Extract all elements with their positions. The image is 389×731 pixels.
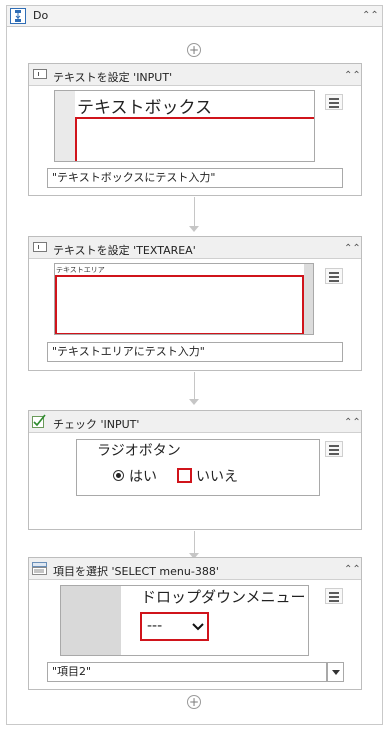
- menu-icon[interactable]: [325, 268, 343, 284]
- screenshot-label: テキストエリア: [56, 266, 105, 274]
- radio-yes: [113, 470, 124, 481]
- target-highlight: ---: [140, 612, 209, 641]
- radio-yes-label: はい: [129, 469, 157, 485]
- menu-icon[interactable]: [325, 588, 343, 604]
- collapse-icon[interactable]: ⌃⌃: [362, 9, 379, 23]
- radio-no-label: いいえ: [196, 469, 238, 485]
- collapse-icon[interactable]: ⌃⌃: [344, 69, 361, 83]
- screenshot-left-pane: [61, 586, 121, 655]
- activity-title: テキストを設定 'TEXTAREA': [53, 244, 196, 257]
- activity-title: チェック 'INPUT': [53, 418, 140, 431]
- add-activity-icon[interactable]: +: [187, 43, 201, 57]
- element-screenshot: テキストエリア: [54, 263, 314, 335]
- connector-arrow: [189, 226, 199, 232]
- menu-icon[interactable]: [325, 94, 343, 110]
- element-screenshot: テキストボックス: [54, 90, 315, 162]
- do-sequence-header[interactable]: [6, 5, 383, 27]
- dropdown-button[interactable]: [327, 662, 344, 682]
- dropdown-arrow-icon: [332, 670, 340, 675]
- connector-line: [194, 531, 195, 553]
- text-input-field[interactable]: "テキストボックスにテスト入力": [47, 168, 343, 188]
- item-input-field[interactable]: "項目2": [47, 662, 327, 682]
- activity-title: テキストを設定 'INPUT': [53, 71, 173, 84]
- screenshot-left-pane: [55, 91, 75, 161]
- element-screenshot: ドロップダウンメニュー ---: [60, 585, 309, 656]
- screenshot-scrollbar: [304, 264, 313, 334]
- collapse-icon[interactable]: ⌃⌃: [344, 242, 361, 256]
- target-highlight: [55, 275, 304, 334]
- collapse-icon[interactable]: ⌃⌃: [344, 416, 361, 430]
- element-screenshot: ラジオボタン はい いいえ: [76, 439, 320, 496]
- connector-arrow: [189, 399, 199, 405]
- collapse-icon[interactable]: ⌃⌃: [344, 563, 361, 577]
- text-input-field[interactable]: "テキストエリアにテスト入力": [47, 342, 343, 362]
- menu-icon[interactable]: [325, 441, 343, 457]
- screenshot-label: ドロップダウンメニュー: [141, 588, 306, 606]
- type-into-icon: [33, 69, 47, 79]
- target-highlight: [75, 117, 314, 161]
- radio-dot: [116, 473, 121, 478]
- check-icon: [32, 414, 46, 428]
- select-item-icon: [32, 562, 47, 575]
- screenshot-label: テキストボックス: [77, 98, 212, 118]
- activity-title: 項目を選択 'SELECT menu-388': [53, 565, 219, 578]
- connector-line: [194, 197, 195, 226]
- screenshot-label: ラジオボタン: [97, 443, 181, 459]
- select-value: ---: [147, 618, 163, 634]
- sequence-icon: [10, 8, 26, 24]
- do-title: Do: [33, 9, 49, 22]
- connector-line: [194, 372, 195, 399]
- type-into-icon: [33, 242, 47, 252]
- add-activity-icon[interactable]: +: [187, 695, 201, 709]
- chevron-down-icon: [192, 623, 204, 631]
- target-highlight: [177, 468, 192, 483]
